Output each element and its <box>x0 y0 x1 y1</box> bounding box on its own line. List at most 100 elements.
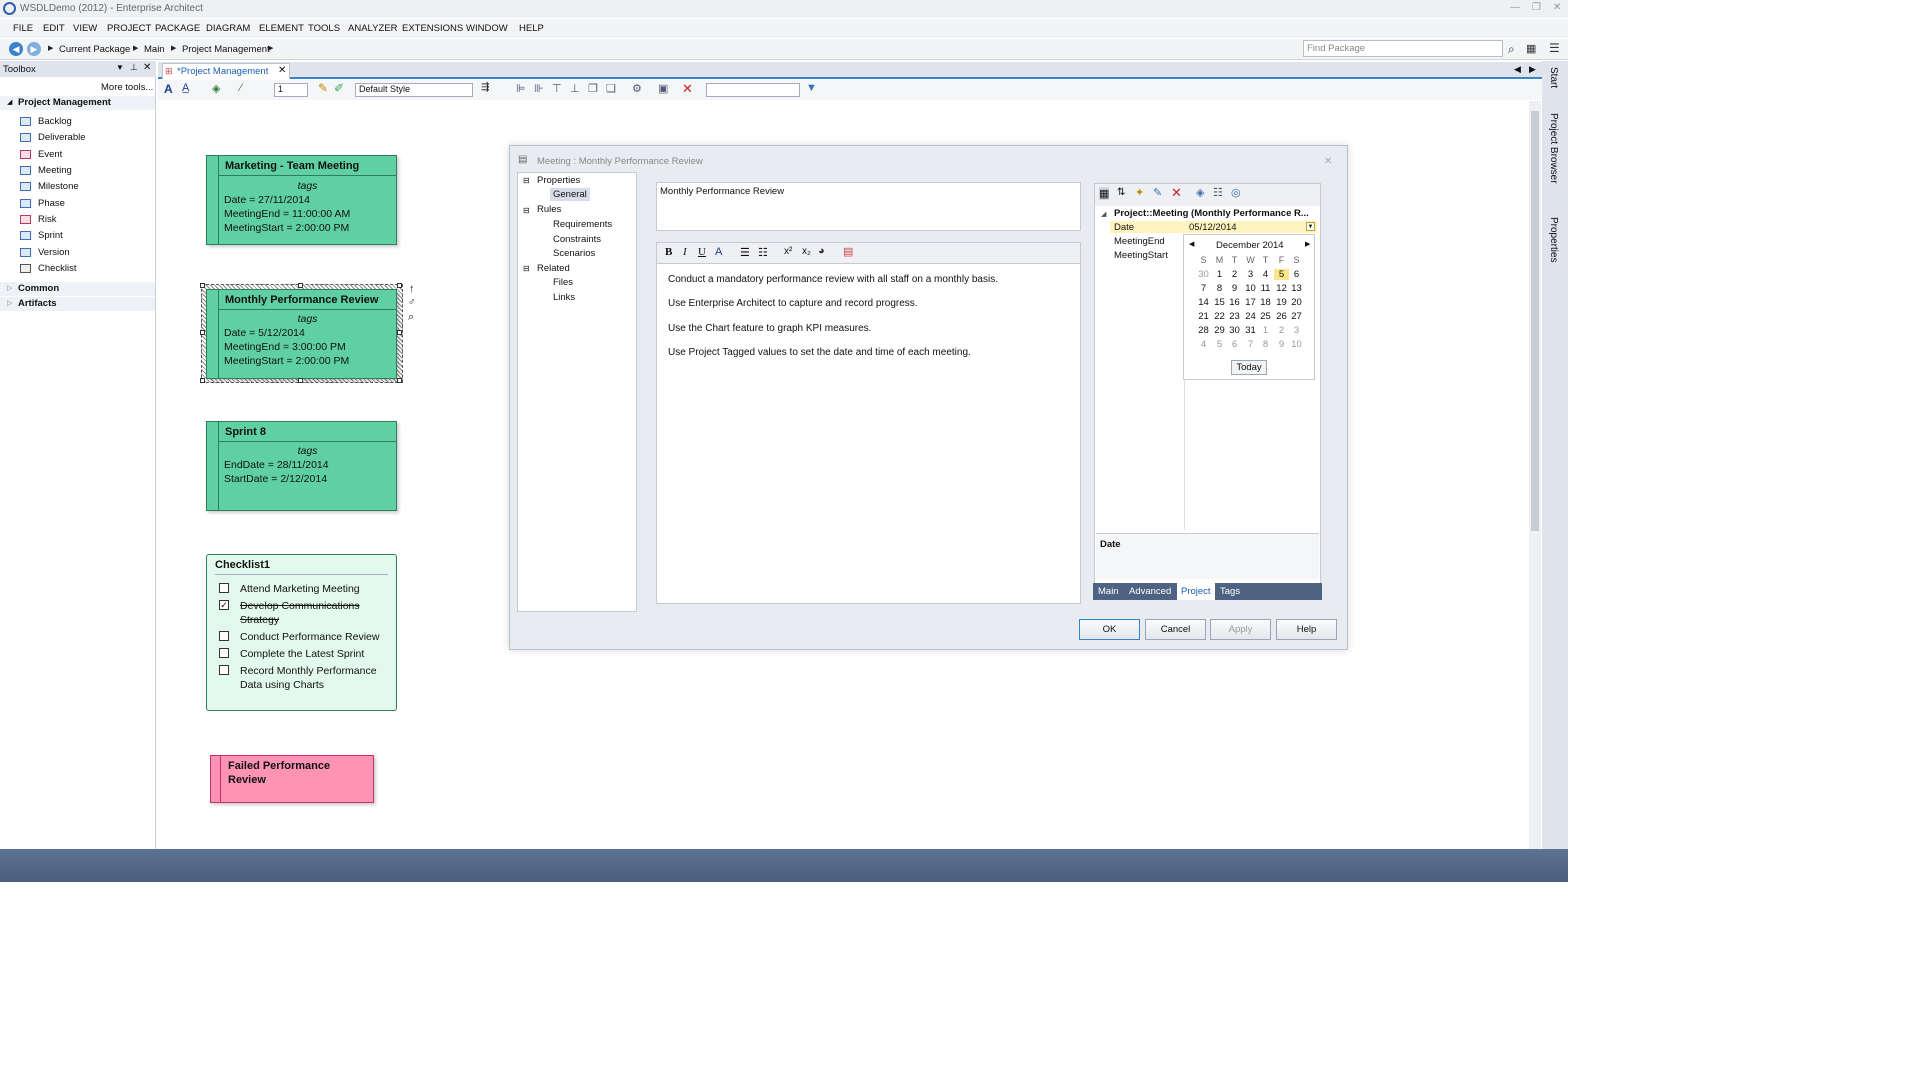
calendar-day[interactable]: 11 <box>1258 283 1273 294</box>
calendar-day[interactable]: 24 <box>1243 311 1258 322</box>
resize-handle[interactable] <box>397 283 402 288</box>
element-checklist[interactable]: Checklist1 Attend Marketing Meeting ✓ De… <box>206 554 397 711</box>
menu-element[interactable]: ELEMENT <box>259 23 304 34</box>
checkbox[interactable] <box>219 665 229 675</box>
resize-handle[interactable] <box>298 283 303 288</box>
align-center-icon[interactable]: ⊪ <box>534 82 544 95</box>
tab-project[interactable]: Project <box>1177 583 1215 600</box>
calendar-day[interactable]: 23 <box>1227 311 1242 322</box>
menu-tools[interactable]: TOOLS <box>308 23 340 34</box>
tab-main[interactable]: Main <box>1098 586 1119 597</box>
tree-rules[interactable]: Rules <box>537 204 561 215</box>
menu-file[interactable]: FILE <box>13 23 33 34</box>
subscript-icon[interactable]: x₂ <box>802 246 811 257</box>
line-width-select[interactable]: 1 <box>274 83 308 97</box>
ok-button[interactable]: OK <box>1079 619 1140 640</box>
menu-project[interactable]: PROJECT <box>107 23 151 34</box>
collapse-icon[interactable]: ⊟ <box>523 176 530 185</box>
cancel-button[interactable]: Cancel <box>1145 619 1206 640</box>
calendar-day[interactable]: 13 <box>1289 283 1304 294</box>
collapse-triangle-icon[interactable]: ◢ <box>1101 210 1106 218</box>
breadcrumb-current-package[interactable]: Current Package <box>59 44 130 55</box>
resize-handle[interactable] <box>298 378 303 383</box>
font-color-icon[interactable]: A̲ <box>182 82 189 94</box>
calendar-day[interactable]: 8 <box>1258 339 1273 350</box>
calendar-day[interactable]: 30 <box>1227 325 1242 336</box>
tree-links[interactable]: Links <box>553 292 575 303</box>
dock-tab-properties[interactable]: Properties <box>1548 217 1559 263</box>
dialog-close-icon[interactable]: ✕ <box>1324 156 1332 167</box>
calendar-day[interactable]: 25 <box>1258 311 1273 322</box>
vertical-scrollbar[interactable] <box>1529 101 1541 849</box>
quick-link-arrow-icon[interactable]: ↑ <box>409 283 415 295</box>
delete-tag-icon[interactable]: ✕ <box>1171 185 1182 201</box>
tab-scroll-left-icon[interactable]: ◀ <box>1514 64 1521 75</box>
date-dropdown-icon[interactable]: ▼ <box>1306 222 1315 231</box>
minimize-icon[interactable]: — <box>1510 2 1520 13</box>
dock-tab-start[interactable]: Start <box>1548 67 1559 88</box>
tab-project-management[interactable]: ⊞ *Project Management ✕ <box>162 63 290 79</box>
tab-tags[interactable]: Tags <box>1220 586 1240 597</box>
calendar-day[interactable]: 14 <box>1196 297 1211 308</box>
tree-general[interactable]: General <box>550 188 590 201</box>
calendar-day[interactable]: 29 <box>1212 325 1227 336</box>
menu-edit[interactable]: EDIT <box>43 23 65 34</box>
element-marketing-team-meeting[interactable]: Marketing - Team Meeting tags Date = 27/… <box>206 155 397 245</box>
diagram-style-select[interactable]: Default Style <box>355 83 473 97</box>
document-icon[interactable]: ▤ <box>843 245 853 258</box>
calendar-day[interactable]: 9 <box>1274 339 1289 350</box>
text-color-icon[interactable]: A <box>715 246 722 258</box>
tab-advanced[interactable]: Advanced <box>1129 586 1171 597</box>
bring-front-icon[interactable]: ❐ <box>588 82 598 95</box>
calendar-day[interactable]: 20 <box>1289 297 1304 308</box>
resize-handle[interactable] <box>200 378 205 383</box>
menu-help[interactable]: HELP <box>519 23 544 34</box>
tree-requirements[interactable]: Requirements <box>553 219 612 230</box>
calendar-day[interactable]: 19 <box>1274 297 1289 308</box>
date-picker[interactable]: ◀ December 2014 ▶ S M T W T F S 30 1 2 3 4 5 6 7 8 9 10 11… <box>1183 234 1315 380</box>
checkbox[interactable] <box>219 631 229 641</box>
resize-handle[interactable] <box>397 330 402 335</box>
sort-icon[interactable]: ⇅ <box>1117 187 1125 198</box>
categorized-icon[interactable]: ▦ <box>1099 187 1110 200</box>
calendar-day[interactable]: 15 <box>1212 297 1227 308</box>
numbered-list-icon[interactable]: ☷ <box>758 246 768 259</box>
dropdown-icon[interactable]: ▼ <box>116 63 124 72</box>
expand-triangle-icon[interactable]: ▷ <box>7 284 12 292</box>
find-package-input[interactable]: Find Package <box>1303 40 1503 57</box>
delete-icon[interactable]: ✕ <box>682 81 693 97</box>
font-icon[interactable]: A <box>164 82 173 96</box>
bullet-list-icon[interactable]: ☰ <box>740 246 750 259</box>
hyperlink-icon[interactable]: ◕ <box>818 245 825 257</box>
image-icon[interactable]: ▣ <box>658 82 668 95</box>
calendar-day[interactable]: 26 <box>1274 311 1289 322</box>
element-sprint-8[interactable]: Sprint 8 tags EndDate = 28/11/2014 Start… <box>206 421 397 511</box>
prop-name-meetingend[interactable]: MeetingEnd <box>1114 236 1165 247</box>
prop-value[interactable]: 05/12/2014 <box>1189 222 1237 233</box>
prop-name-meetingstart[interactable]: MeetingStart <box>1114 250 1168 261</box>
help-button[interactable]: Help <box>1276 619 1337 640</box>
calendar-day[interactable]: 7 <box>1243 339 1258 350</box>
search-icon[interactable]: ⌕ <box>1508 42 1515 57</box>
expand-triangle-icon[interactable]: ▷ <box>7 299 12 307</box>
resize-handle[interactable] <box>200 283 205 288</box>
checkbox-checked[interactable]: ✓ <box>219 600 229 610</box>
calendar-day[interactable]: 9 <box>1227 283 1242 294</box>
align-top-icon[interactable]: ⊤ <box>552 82 562 95</box>
send-back-icon[interactable]: ❏ <box>606 82 616 95</box>
layout-icon[interactable]: ⚙ <box>632 82 642 95</box>
props-row-date[interactable]: Date 05/12/2014 ▼ <box>1110 221 1317 233</box>
globe-icon[interactable]: ◎ <box>1231 186 1241 199</box>
calendar-day[interactable]: 2 <box>1227 269 1242 280</box>
menu-window[interactable]: WINDOW <box>466 23 508 34</box>
calendar-day[interactable]: 4 <box>1258 269 1273 280</box>
close-tab-icon[interactable]: ✕ <box>278 65 286 76</box>
toolbox-item-deliverable[interactable]: Deliverable <box>38 132 86 143</box>
filter-icon[interactable]: ▼ <box>806 82 817 94</box>
tree-scenarios[interactable]: Scenarios <box>553 248 595 259</box>
toolbox-item-milestone[interactable]: Milestone <box>38 181 79 192</box>
toolbox-group-artifacts[interactable]: ▷ Artifacts <box>0 297 155 311</box>
zoom-icon[interactable]: ⌕ <box>408 311 414 324</box>
calendar-day[interactable]: 1 <box>1258 325 1273 336</box>
calendar-day[interactable]: 2 <box>1274 325 1289 336</box>
